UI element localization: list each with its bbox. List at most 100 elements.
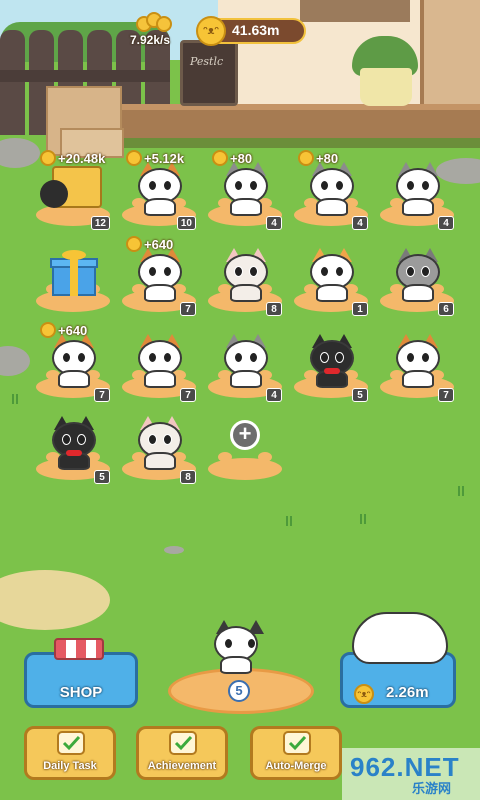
wooden-porch [120,104,480,138]
cat-white-grey[interactable] [220,334,272,388]
coin-stack-icon [136,10,172,32]
earning-popup: +20.48k [40,150,105,166]
sand-patch [0,570,110,630]
shop-awning-icon [54,638,104,660]
cat-white-grey[interactable] [392,162,444,216]
cat-crate[interactable] [40,166,104,212]
add-slot[interactable]: + [202,412,288,486]
cat-grey-white[interactable] [392,248,444,302]
cat-calico-sleepy[interactable] [392,334,444,388]
buy-cat-illustration [352,612,448,664]
earning-popup: +640 [40,322,87,338]
house-door [420,0,480,110]
grid-slot[interactable]: 4 [202,330,288,404]
level-tag: 8 [266,302,282,316]
grid-slot[interactable]: 7 +640 [116,236,202,318]
magic-wand-icon [280,728,314,758]
grass-tuft [458,486,464,496]
buy-cat-price: 2.26m [386,684,429,701]
cat-calico-sleepy[interactable] [134,162,186,216]
featured-cat[interactable] [210,620,270,680]
shop-label: SHOP [59,684,103,701]
level-tag: 4 [352,216,368,230]
level-tag: 4 [266,216,282,230]
earning-popup: +80 [298,150,338,166]
earning-popup: +5.12k [126,150,184,166]
cat-coin-icon [126,150,142,166]
earning-amount: +80 [230,150,253,166]
grid-slot[interactable]: 4 [374,158,460,232]
grid-slot[interactable]: 1 [288,244,374,318]
cat-calico-sleepy[interactable] [48,334,100,388]
grass-tuft [12,394,18,404]
level-tag: 5 [352,388,368,402]
cat-sphynx[interactable] [134,416,186,470]
earning-amount: +80 [316,150,339,166]
cat-coin-icon: ᵔᴥᵔ [196,16,226,46]
cat-coin-icon [40,322,56,338]
earning-amount: +20.48k [58,150,106,166]
task-label: Auto-Merge [265,760,327,772]
porch-shadow [120,138,480,148]
earning-popup: +80 [212,150,252,166]
chalkboard-text: Pestlc [190,55,224,68]
grid-slot[interactable] [30,244,116,318]
grid-slot[interactable]: 5 [288,330,374,404]
grid-slot[interactable]: 5 [30,412,116,486]
grid-slot[interactable]: 4 +80 [202,150,288,232]
cat-sphynx[interactable] [220,248,272,302]
checklist-icon [54,728,88,758]
level-tag: 4 [266,388,282,402]
earning-amount: +5.12k [144,150,185,166]
price-coin-icon: ᵔᴥᵔ [354,684,374,704]
income-rate: 7.92k/s [130,33,171,47]
grid-slot[interactable]: 7 [116,330,202,404]
grid-slot[interactable]: 7 [374,330,460,404]
level-tag: 7 [438,388,454,402]
paw-pad [208,452,282,480]
level-tag: 8 [180,470,196,484]
medal-icon [166,728,200,758]
cat-tuxedo[interactable] [306,334,358,388]
fence-rail [0,70,170,82]
cat-coin-icon [212,150,228,166]
grid-slot[interactable]: 4 +80 [288,150,374,232]
earning-amount: +640 [58,322,88,338]
chalkboard-sign [180,40,238,106]
grid-slot[interactable]: 8 [202,244,288,318]
cat-coin-icon [40,150,56,166]
level-tag: 10 [176,216,196,230]
level-tag: 7 [180,388,196,402]
cat-tuxedo[interactable] [48,416,100,470]
rock [0,346,30,376]
cat-coin-icon [298,150,314,166]
pebble [164,546,184,554]
grass-tuft [286,516,292,526]
task-label: Achievement [147,760,217,772]
grid-slot[interactable]: 8 [116,412,202,486]
watermark-sublogo: 乐游网 [412,781,452,796]
level-tag: 1 [352,302,368,316]
plus-icon[interactable]: + [230,420,260,450]
cat-calico-sleepy[interactable] [134,248,186,302]
grid-slot[interactable]: 6 [374,244,460,318]
level-tag: 7 [94,388,110,402]
earning-amount: +640 [144,236,174,252]
cat-white-grey[interactable] [306,162,358,216]
coin-balance: 41.63m [232,22,280,38]
level-tag: 7 [180,302,196,316]
cat-white-grey[interactable] [220,162,272,216]
plant-pot [360,68,412,106]
grid-slot[interactable]: 12 +20.48k [30,150,116,232]
level-tag: 6 [438,302,454,316]
task-label: Daily Task [43,760,97,772]
featured-cat-level: 5 [228,680,250,702]
grid-slot[interactable]: 7 +640 [30,322,116,404]
gift-box-icon[interactable] [50,250,98,296]
cat-calico[interactable] [306,248,358,302]
grid-slot[interactable]: 10 +5.12k [116,150,202,232]
cat-calico-sleepy[interactable] [134,334,186,388]
house-window [300,0,410,22]
level-tag: 12 [90,216,110,230]
grass-tuft [360,514,366,524]
